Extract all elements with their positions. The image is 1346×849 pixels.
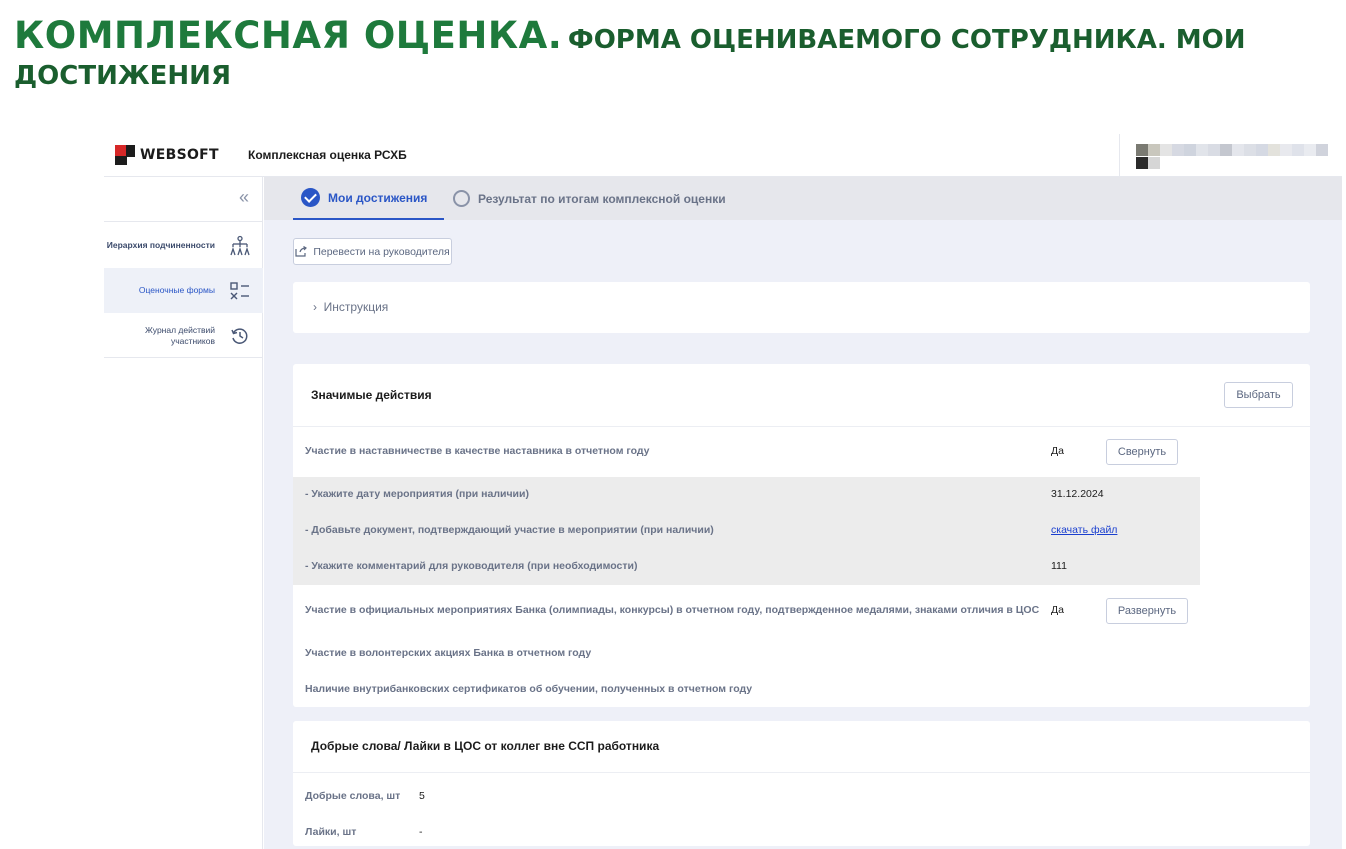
action-row: Участие в наставничестве в качестве наст… xyxy=(293,434,1200,470)
transfer-label: Перевести на руководителя xyxy=(313,245,450,258)
likes-label: Лайки, шт xyxy=(305,826,357,838)
sidebar-divider xyxy=(104,357,263,358)
instruction-panel[interactable]: › Инструкция xyxy=(293,282,1310,333)
choose-button[interactable]: Выбрать xyxy=(1224,382,1293,408)
slide-title-dot: . xyxy=(547,14,563,57)
sidebar-item-hierarchy[interactable]: Иерархия подчиненности xyxy=(104,223,263,268)
user-avatar-blurred xyxy=(1136,144,1328,156)
tab-label: Мои достижения xyxy=(328,190,428,205)
user-name-blurred xyxy=(1136,157,1160,169)
divider xyxy=(293,772,1310,773)
significant-actions-card: Значимые действия Выбрать Участие в наст… xyxy=(293,364,1310,707)
sidebar-item-journal[interactable]: Журнал действий участников xyxy=(104,313,263,358)
chevron-right-icon: › xyxy=(313,300,317,314)
sidebar-item-label: Оценочные формы xyxy=(138,285,215,295)
action-answer: Да xyxy=(1051,604,1064,616)
action-question: Участие в волонтерских акциях Банка в от… xyxy=(305,647,592,659)
logo[interactable]: WEBSOFT xyxy=(115,145,219,165)
tab-label: Результат по итогам комплексной оценки xyxy=(478,191,726,206)
websoft-logo-icon xyxy=(115,145,135,165)
double-chevron-left-icon[interactable]: « xyxy=(239,187,249,208)
action-question: Участие в официальных мероприятиях Банка… xyxy=(305,604,1040,616)
slide-title-line2: достижения xyxy=(14,61,231,91)
hierarchy-icon xyxy=(229,235,251,257)
action-question: - Укажите комментарий для руководителя (… xyxy=(305,560,638,572)
share-icon xyxy=(295,246,308,257)
action-subrow: - Добавьте документ, подтверждающий учас… xyxy=(293,513,1200,549)
action-question: Наличие внутрибанковских сертификатов об… xyxy=(305,683,753,695)
sidebar-item-label: Иерархия подчиненности xyxy=(106,240,215,250)
action-answer: 31.12.2024 xyxy=(1051,488,1104,500)
instruction-label: Инструкция xyxy=(323,300,389,314)
app-name: Комплексная оценка РСХБ xyxy=(248,148,407,162)
action-subrow: - Укажите дату мероприятия (при наличии)… xyxy=(293,477,1200,513)
history-icon xyxy=(229,325,251,347)
sidebar-item-forms[interactable]: Оценочные формы xyxy=(104,268,263,313)
tab-bar: Мои достижения Результат по итогам компл… xyxy=(264,177,1342,220)
instruction-toggle[interactable]: › Инструкция xyxy=(313,300,388,314)
slide-title: Комплексная оценка. Форма оцениваемого с… xyxy=(14,17,1334,91)
action-row: Участие в официальных мероприятиях Банка… xyxy=(293,593,1200,629)
action-row: Участие в волонтерских акциях Банка в от… xyxy=(293,636,1200,672)
card-title: Добрые слова/ Лайки в ЦОС от коллег вне … xyxy=(311,739,660,753)
action-answer: Да xyxy=(1051,445,1064,457)
checklist-icon xyxy=(229,280,251,302)
expand-button[interactable]: Развернуть xyxy=(1106,598,1188,624)
card-title: Значимые действия xyxy=(311,388,432,402)
action-question: - Укажите дату мероприятия (при наличии) xyxy=(305,488,529,500)
top-bar: WEBSOFT Комплексная оценка РСХБ xyxy=(104,134,1342,177)
transfer-to-manager-button[interactable]: Перевести на руководителя xyxy=(293,238,452,265)
slide-title-main: Комплексная оценка xyxy=(14,14,548,57)
app-window: WEBSOFT Комплексная оценка РСХБ « Иерарх… xyxy=(104,134,1342,849)
logo-text: WEBSOFT xyxy=(140,147,219,163)
sidebar-item-label: Журнал действий участников xyxy=(145,324,215,346)
download-file-link[interactable]: скачать файл xyxy=(1051,524,1117,536)
tab-my-achievements[interactable]: Мои достижения xyxy=(293,177,444,220)
kind-words-value: 5 xyxy=(419,790,425,802)
main-content: Мои достижения Результат по итогам компл… xyxy=(264,177,1342,849)
sidebar-collapse[interactable]: « xyxy=(104,177,263,222)
slide-title-rest: Форма оцениваемого сотрудника. Мои xyxy=(567,25,1246,55)
tab-assessment-result[interactable]: Результат по итогам комплексной оценки xyxy=(453,177,726,220)
kind-words-label: Добрые слова, шт xyxy=(305,790,401,802)
sidebar: « Иерархия подчиненности Оценочные формы xyxy=(104,177,263,849)
kind-words-card: Добрые слова/ Лайки в ЦОС от коллег вне … xyxy=(293,721,1310,846)
action-question: Участие в наставничестве в качестве наст… xyxy=(305,445,650,457)
check-circle-icon xyxy=(301,188,320,207)
action-question: - Добавьте документ, подтверждающий учас… xyxy=(305,524,714,536)
action-row: Наличие внутрибанковских сертификатов об… xyxy=(293,672,1200,708)
action-answer: 111 xyxy=(1051,560,1067,572)
collapse-button[interactable]: Свернуть xyxy=(1106,439,1178,465)
empty-circle-icon xyxy=(453,190,470,207)
user-profile[interactable] xyxy=(1119,134,1342,177)
card-header: Значимые действия Выбрать xyxy=(293,364,1310,427)
likes-value: - xyxy=(419,826,423,838)
action-subrow: - Укажите комментарий для руководителя (… xyxy=(293,549,1200,585)
